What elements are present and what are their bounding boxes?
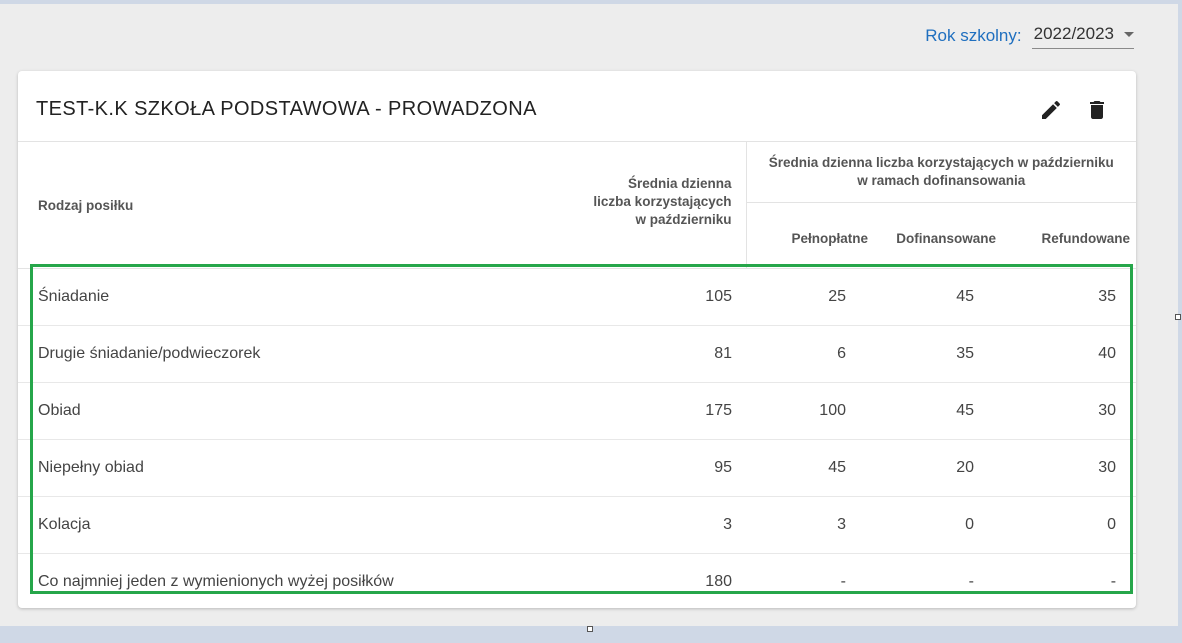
average-value: 81 (588, 325, 746, 383)
cofinanced-value: 0 (874, 496, 1002, 554)
header-full-paid: Pełnopłatne (745, 202, 874, 269)
school-year-label: Rok szkolny: (925, 25, 1022, 45)
average-value: 3 (588, 496, 746, 554)
pencil-icon (1042, 100, 1061, 119)
meal-name: Niepełny obiad (18, 439, 588, 497)
full-paid-value: 25 (746, 268, 874, 326)
table-row: Drugie śniadanie/podwieczorek 81 6 35 40 (18, 325, 1137, 383)
page-background: Rok szkolny: 2022/2023 TEST-K.K SZKOŁA P… (0, 4, 1181, 632)
card-actions (1038, 97, 1110, 123)
header-refunded: Refundowane (1002, 202, 1137, 269)
refunded-value: 30 (1002, 439, 1137, 497)
table-row: Niepełny obiad 95 45 20 30 (18, 439, 1137, 497)
school-year-filter: Rok szkolny: 2022/2023 (925, 22, 1134, 49)
table-row: Kolacja 3 3 0 0 (18, 496, 1137, 554)
header-average-october: Średnia dzienna liczba korzystających w … (588, 142, 747, 269)
meal-name: Drugie śniadanie/podwieczorek (18, 325, 588, 383)
chevron-down-icon (1124, 31, 1134, 37)
meal-name: Co najmniej jeden z wymienionych wyżej p… (38, 573, 394, 590)
meal-name: Śniadanie (18, 268, 588, 326)
refunded-value: 35 (1002, 268, 1137, 326)
cofinanced-value: 45 (874, 268, 1002, 326)
header-meal-type: Rodzaj posiłku (18, 142, 588, 269)
school-year-select[interactable]: 2022/2023 (1031, 22, 1134, 49)
full-paid-value: 6 (746, 325, 874, 383)
average-value: 180 (705, 573, 732, 590)
meals-table: Rodzaj posiłku Średnia dzienna liczba ko… (18, 142, 1137, 611)
school-year-value: 2022/2023 (1033, 24, 1114, 43)
full-paid-value: 100 (746, 382, 874, 440)
table-row: Obiad 175 100 45 30 (18, 382, 1137, 440)
table-row: Śniadanie 105 25 45 35 (18, 268, 1137, 326)
full-paid-value: 3 (746, 496, 874, 554)
refunded-value: 30 (1002, 382, 1137, 440)
resize-handle[interactable] (587, 626, 593, 632)
edit-button[interactable] (1038, 97, 1064, 123)
school-card: TEST-K.K SZKOŁA PODSTAWOWA - PROWADZONA … (18, 71, 1137, 611)
meal-name: Kolacja (18, 496, 588, 554)
average-value: 95 (588, 439, 746, 497)
full-paid-value: 45 (746, 439, 874, 497)
refunded-value: 40 (1002, 325, 1137, 383)
header-cofinanced: Dofinansowane (874, 202, 1002, 269)
average-value: 175 (588, 382, 746, 440)
meal-name: Obiad (18, 382, 588, 440)
delete-button[interactable] (1084, 97, 1110, 123)
cofinanced-value: 35 (874, 325, 1002, 383)
cofinanced-value: 45 (874, 382, 1002, 440)
table-row: Co najmniej jeden z wymienionych wyżej p… (18, 554, 1136, 611)
refunded-value: 0 (1002, 496, 1137, 554)
average-value: 105 (588, 268, 746, 326)
card-title: TEST-K.K SZKOŁA PODSTAWOWA - PROWADZONA (36, 98, 537, 120)
full-paid-value: - (840, 573, 846, 590)
resize-handle[interactable] (1175, 314, 1181, 320)
header-cofinancing-group: Średnia dzienna liczba korzystających w … (746, 142, 1137, 203)
cofinanced-value: 20 (874, 439, 1002, 497)
cofinanced-value: - (968, 573, 974, 590)
card-header: TEST-K.K SZKOŁA PODSTAWOWA - PROWADZONA (18, 71, 1136, 142)
trash-icon (1090, 101, 1104, 119)
refunded-value: - (1110, 573, 1117, 590)
